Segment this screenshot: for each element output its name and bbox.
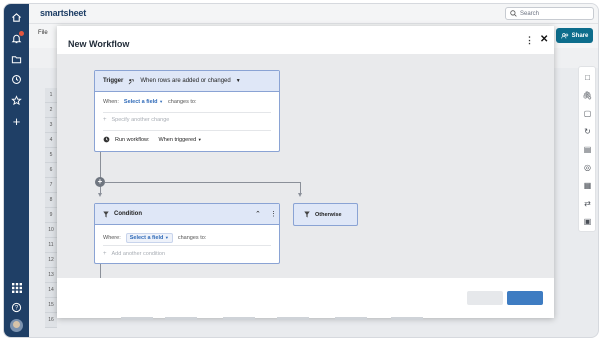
update-requests-icon[interactable]: ⇄	[582, 198, 593, 209]
trigger-header[interactable]: Trigger When rows are added or changed ▼	[95, 71, 279, 92]
where-label: Where:	[103, 235, 121, 241]
row-number: 12	[45, 253, 57, 268]
changes-to-label: changes to:	[177, 235, 207, 241]
comment-icon[interactable]: □	[582, 72, 593, 83]
divider	[103, 245, 271, 246]
otherwise-label: Otherwise	[315, 211, 342, 218]
app-window: + ? smartsheet Search File Share 1234567…	[4, 4, 598, 337]
connector-line	[105, 182, 301, 183]
share-button[interactable]: Share	[556, 28, 593, 43]
dialog-footer	[57, 278, 554, 318]
specify-another-change-link[interactable]: + Specify another change	[103, 117, 169, 123]
proofs-icon[interactable]: ▢	[582, 108, 593, 119]
row-number: 6	[45, 163, 57, 178]
left-nav: + ?	[4, 4, 29, 337]
trigger-event: When rows are added or changed	[140, 78, 231, 84]
chevron-down-icon: ▼	[235, 78, 241, 84]
workflow-canvas[interactable]: Trigger When rows are added or changed ▼…	[57, 54, 554, 278]
notification-badge	[19, 31, 24, 36]
row-number: 11	[45, 238, 57, 253]
users-icon	[560, 32, 568, 38]
activity-icon[interactable]: ↻	[582, 126, 593, 137]
arrow-down-icon	[98, 193, 102, 197]
row-number: 10	[45, 223, 57, 238]
arrow-down-icon	[298, 193, 302, 197]
condition-label: Condition	[114, 211, 142, 217]
clock-icon	[103, 136, 110, 143]
condition-where-row: Where: Select a field ▼ changes to:	[103, 233, 206, 243]
when-label: When:	[103, 99, 119, 105]
trigger-block[interactable]: Trigger When rows are added or changed ▼…	[94, 70, 280, 152]
help-icon[interactable]: ?	[9, 300, 24, 315]
forms-icon[interactable]: ▦	[582, 180, 593, 191]
image-icon[interactable]: ▣	[582, 216, 593, 227]
search-input[interactable]: Search	[505, 7, 594, 20]
run-workflow-row: Run workflow: When triggered ▼	[103, 136, 202, 143]
collapse-icon[interactable]: ⌃	[255, 210, 261, 218]
avatar[interactable]	[10, 319, 23, 332]
summary-icon[interactable]: ▤	[582, 144, 593, 155]
divider	[103, 112, 271, 113]
condition-block[interactable]: Condition ⌃ ⋮ Where: Select a field ▼ ch…	[94, 203, 280, 264]
connector-line	[100, 264, 101, 278]
run-workflow-select[interactable]: When triggered ▼	[159, 137, 202, 143]
clock-icon[interactable]	[9, 72, 24, 87]
top-bar: smartsheet Search	[29, 4, 598, 24]
condition-field-select[interactable]: Select a field ▼	[125, 233, 173, 243]
add-another-condition-link[interactable]: + Add another condition	[103, 251, 165, 257]
file-menu[interactable]: File	[38, 30, 48, 36]
divider	[103, 130, 271, 131]
trigger-label: Trigger	[103, 78, 124, 84]
row-number: 5	[45, 148, 57, 163]
row-number: 14	[45, 283, 57, 298]
new-workflow-dialog: New Workflow ⋮ ✕ Trigger When rows are a…	[57, 26, 554, 318]
row-number: 1	[45, 88, 57, 103]
share-label: Share	[571, 32, 589, 39]
right-panel-rail: □ 🖇 ▢ ↻ ▤ ◎ ▦ ⇄ ▣	[578, 66, 596, 232]
folder-icon[interactable]	[9, 52, 24, 67]
row-number: 8	[45, 193, 57, 208]
row-number: 9	[45, 208, 57, 223]
add-block-icon[interactable]: +	[95, 177, 105, 187]
row-number: 15	[45, 298, 57, 313]
row-number: 7	[45, 178, 57, 193]
search-icon	[510, 10, 517, 17]
changes-to-label: changes to:	[168, 99, 197, 105]
filter-icon	[103, 211, 109, 217]
plus-icon[interactable]: +	[9, 114, 24, 129]
search-placeholder: Search	[520, 10, 540, 17]
more-options-icon[interactable]: ⋮	[525, 35, 534, 46]
star-icon[interactable]	[9, 93, 24, 108]
dialog-title: New Workflow	[68, 39, 130, 49]
rows-icon	[128, 78, 134, 84]
save-button[interactable]	[507, 291, 543, 305]
otherwise-row: Otherwise	[304, 211, 342, 218]
trigger-when-row: When: Select a field ▼ changes to:	[103, 99, 196, 105]
brand-logo: smartsheet	[40, 8, 87, 18]
apps-grid-icon[interactable]	[9, 280, 24, 295]
row-number: 2	[45, 103, 57, 118]
row-number: 16	[45, 313, 57, 328]
run-workflow-label: Run workflow:	[115, 136, 150, 143]
condition-header[interactable]: Condition ⌃ ⋮	[95, 204, 279, 225]
row-number: 4	[45, 133, 57, 148]
bell-icon[interactable]	[9, 31, 24, 46]
close-icon[interactable]: ✕	[540, 34, 548, 45]
automation-icon[interactable]: ◎	[582, 162, 593, 173]
filter-icon	[304, 211, 310, 218]
row-number: 13	[45, 268, 57, 283]
more-options-icon[interactable]: ⋮	[270, 210, 277, 218]
attachment-icon[interactable]: 🖇	[582, 90, 593, 101]
row-number: 3	[45, 118, 57, 133]
home-icon[interactable]	[9, 10, 24, 25]
cancel-button[interactable]	[467, 291, 503, 305]
trigger-field-select[interactable]: Select a field ▼	[124, 99, 163, 105]
otherwise-block[interactable]: Otherwise	[293, 203, 358, 226]
